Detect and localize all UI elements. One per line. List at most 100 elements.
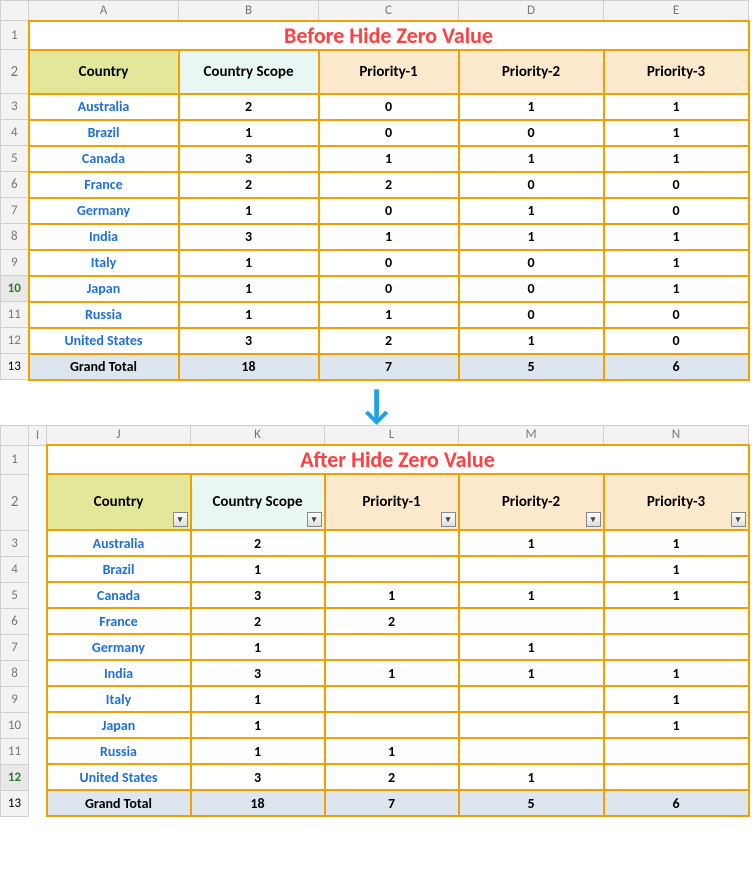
p3-cell[interactable] bbox=[604, 738, 749, 764]
country-cell[interactable]: India bbox=[47, 660, 191, 686]
p3-cell[interactable]: 1 bbox=[604, 146, 749, 172]
p2-cell[interactable]: 1 bbox=[459, 582, 604, 608]
row-header[interactable]: 10 bbox=[1, 712, 29, 738]
grand-total-scope[interactable]: 18 bbox=[191, 790, 325, 816]
p3-cell[interactable]: 1 bbox=[604, 224, 749, 250]
row-header[interactable]: 11 bbox=[1, 302, 29, 328]
p1-cell[interactable]: 2 bbox=[319, 328, 459, 354]
col-header[interactable]: E bbox=[604, 1, 749, 21]
row-header[interactable]: 2 bbox=[1, 474, 29, 530]
col-header[interactable]: N bbox=[604, 425, 749, 445]
grand-total-p2[interactable]: 5 bbox=[459, 354, 604, 380]
header-scope[interactable]: Country Scope bbox=[179, 50, 319, 94]
p1-cell[interactable]: 1 bbox=[319, 146, 459, 172]
scope-cell[interactable]: 2 bbox=[191, 530, 325, 556]
scope-cell[interactable]: 2 bbox=[191, 608, 325, 634]
p3-cell[interactable]: 1 bbox=[604, 712, 749, 738]
row-header[interactable]: 1 bbox=[1, 21, 29, 50]
country-cell[interactable]: Australia bbox=[47, 530, 191, 556]
row-header[interactable]: 10 bbox=[1, 276, 29, 302]
p3-cell[interactable]: 0 bbox=[604, 172, 749, 198]
scope-cell[interactable]: 3 bbox=[191, 764, 325, 790]
col-header[interactable]: B bbox=[179, 1, 319, 21]
country-cell[interactable]: Japan bbox=[29, 276, 179, 302]
col-header[interactable]: K bbox=[191, 425, 325, 445]
row-header[interactable]: 12 bbox=[1, 328, 29, 354]
p1-cell[interactable]: 0 bbox=[319, 198, 459, 224]
p3-cell[interactable]: 1 bbox=[604, 660, 749, 686]
row-header[interactable]: 6 bbox=[1, 172, 29, 198]
scope-cell[interactable]: 2 bbox=[179, 172, 319, 198]
header-scope[interactable]: Country Scope▾ bbox=[191, 474, 325, 530]
row-header[interactable]: 6 bbox=[1, 608, 29, 634]
p3-cell[interactable] bbox=[604, 608, 749, 634]
country-cell[interactable]: Brazil bbox=[47, 556, 191, 582]
select-all-corner[interactable] bbox=[1, 1, 29, 21]
p2-cell[interactable] bbox=[459, 686, 604, 712]
p1-cell[interactable]: 0 bbox=[319, 120, 459, 146]
grand-total-scope[interactable]: 18 bbox=[179, 354, 319, 380]
p1-cell[interactable] bbox=[325, 686, 459, 712]
row-header[interactable]: 5 bbox=[1, 146, 29, 172]
col-header[interactable]: D bbox=[459, 1, 604, 21]
p3-cell[interactable]: 1 bbox=[604, 276, 749, 302]
header-country[interactable]: Country bbox=[29, 50, 179, 94]
p3-cell[interactable]: 0 bbox=[604, 198, 749, 224]
country-cell[interactable]: France bbox=[47, 608, 191, 634]
grand-total-p1[interactable]: 7 bbox=[325, 790, 459, 816]
scope-cell[interactable]: 1 bbox=[191, 738, 325, 764]
col-header[interactable]: C bbox=[319, 1, 459, 21]
select-all-corner[interactable] bbox=[1, 425, 29, 445]
col-header[interactable]: A bbox=[29, 1, 179, 21]
p3-cell[interactable]: 1 bbox=[604, 94, 749, 120]
grand-total-label[interactable]: Grand Total bbox=[29, 354, 179, 380]
row-header[interactable]: 9 bbox=[1, 250, 29, 276]
p3-cell[interactable]: 1 bbox=[604, 120, 749, 146]
country-cell[interactable]: France bbox=[29, 172, 179, 198]
row-header[interactable]: 7 bbox=[1, 634, 29, 660]
row-header[interactable]: 8 bbox=[1, 224, 29, 250]
filter-dropdown-icon[interactable]: ▾ bbox=[731, 512, 746, 527]
country-cell[interactable]: Italy bbox=[29, 250, 179, 276]
p2-cell[interactable]: 1 bbox=[459, 530, 604, 556]
grand-total-label[interactable]: Grand Total bbox=[47, 790, 191, 816]
row-header[interactable]: 7 bbox=[1, 198, 29, 224]
row-header[interactable]: 12 bbox=[1, 764, 29, 790]
grand-total-p3[interactable]: 6 bbox=[604, 354, 749, 380]
scope-cell[interactable]: 3 bbox=[179, 224, 319, 250]
p2-cell[interactable]: 0 bbox=[459, 250, 604, 276]
col-header[interactable]: I bbox=[29, 425, 47, 445]
filter-dropdown-icon[interactable]: ▾ bbox=[586, 512, 601, 527]
p1-cell[interactable] bbox=[325, 556, 459, 582]
row-header[interactable]: 4 bbox=[1, 120, 29, 146]
p2-cell[interactable] bbox=[459, 608, 604, 634]
p1-cell[interactable]: 0 bbox=[319, 276, 459, 302]
scope-cell[interactable]: 3 bbox=[179, 328, 319, 354]
p1-cell[interactable]: 1 bbox=[319, 224, 459, 250]
row-header[interactable]: 9 bbox=[1, 686, 29, 712]
header-p1[interactable]: Priority-1▾ bbox=[325, 474, 459, 530]
p2-cell[interactable]: 1 bbox=[459, 634, 604, 660]
p2-cell[interactable]: 0 bbox=[459, 120, 604, 146]
country-cell[interactable]: Russia bbox=[47, 738, 191, 764]
p1-cell[interactable]: 0 bbox=[319, 94, 459, 120]
header-p2[interactable]: Priority-2▾ bbox=[459, 474, 604, 530]
header-p2[interactable]: Priority-2 bbox=[459, 50, 604, 94]
p2-cell[interactable]: 0 bbox=[459, 276, 604, 302]
country-cell[interactable]: United States bbox=[29, 328, 179, 354]
p1-cell[interactable]: 0 bbox=[319, 250, 459, 276]
country-cell[interactable]: Germany bbox=[29, 198, 179, 224]
col-header[interactable]: M bbox=[459, 425, 604, 445]
row-header[interactable]: 3 bbox=[1, 530, 29, 556]
p3-cell[interactable] bbox=[604, 634, 749, 660]
p1-cell[interactable]: 1 bbox=[325, 582, 459, 608]
p2-cell[interactable]: 1 bbox=[459, 764, 604, 790]
p2-cell[interactable]: 1 bbox=[459, 146, 604, 172]
scope-cell[interactable]: 1 bbox=[179, 250, 319, 276]
scope-cell[interactable]: 1 bbox=[191, 712, 325, 738]
country-cell[interactable]: Japan bbox=[47, 712, 191, 738]
header-p1[interactable]: Priority-1 bbox=[319, 50, 459, 94]
scope-cell[interactable]: 1 bbox=[191, 556, 325, 582]
country-cell[interactable]: Australia bbox=[29, 94, 179, 120]
country-cell[interactable]: Canada bbox=[47, 582, 191, 608]
